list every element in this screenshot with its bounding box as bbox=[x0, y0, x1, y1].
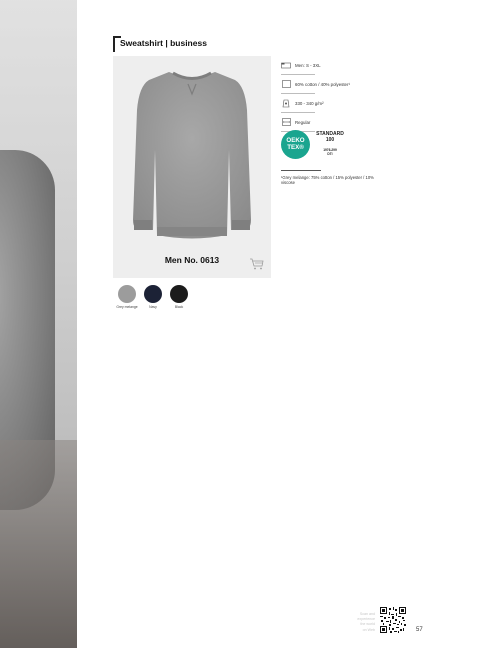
weight-icon bbox=[281, 99, 291, 107]
lifestyle-photo bbox=[0, 0, 77, 648]
swatch-label-black: Black bbox=[174, 305, 184, 309]
sizes-icon bbox=[281, 61, 291, 69]
oeko-badge-line2: TEX® bbox=[287, 143, 304, 151]
product-name: Men No. 0613 bbox=[164, 255, 220, 265]
spec-fit: Regular bbox=[281, 114, 381, 130]
swatch-navy[interactable] bbox=[144, 285, 162, 303]
swatch-black[interactable] bbox=[170, 285, 188, 303]
qr-code[interactable] bbox=[380, 607, 406, 633]
product-card[interactable]: Men No. 0613 bbox=[113, 56, 271, 278]
spec-fabric-text: 60% cotton / 40% polyester¹ bbox=[295, 81, 350, 87]
spec-weight: 330 - 340 g/m² bbox=[281, 95, 381, 111]
spec-list: Men: S - 3XL 60% cotton / 40% polyester¹… bbox=[281, 57, 381, 133]
spec-divider bbox=[281, 74, 315, 75]
scan-caption: Scan and experience the world on Web bbox=[345, 612, 375, 633]
certificate-institute: DTI bbox=[327, 152, 333, 156]
spec-divider bbox=[281, 93, 315, 94]
footnote-divider bbox=[281, 170, 321, 171]
swatch-grey-melange[interactable] bbox=[118, 285, 136, 303]
cart-icon[interactable] bbox=[249, 258, 264, 270]
fabric-icon bbox=[281, 80, 291, 88]
spec-sizes-text: Men: S - 3XL bbox=[295, 62, 321, 68]
page-number: 57 bbox=[416, 627, 423, 633]
spec-weight-text: 330 - 340 g/m² bbox=[295, 100, 324, 106]
spec-fit-text: Regular bbox=[295, 119, 311, 125]
spec-sizes: Men: S - 3XL bbox=[281, 57, 381, 73]
spec-fabric: 60% cotton / 40% polyester¹ bbox=[281, 76, 381, 92]
scan-caption-line: on Web bbox=[362, 627, 375, 632]
page-title: Sweatshirt | business bbox=[120, 38, 207, 48]
oeko-standard: STANDARD 100 1976-299 DTI bbox=[314, 131, 346, 156]
spec-divider bbox=[281, 112, 315, 113]
standard-line2: 100 bbox=[325, 137, 335, 143]
fit-icon bbox=[281, 118, 291, 126]
oeko-tex-badge: OEKO TEX® bbox=[281, 130, 310, 159]
footnote: ¹Grey melange: 75% cotton / 15% polyeste… bbox=[281, 175, 374, 186]
sweatshirt-image bbox=[133, 71, 251, 239]
photo-floor bbox=[0, 440, 77, 648]
